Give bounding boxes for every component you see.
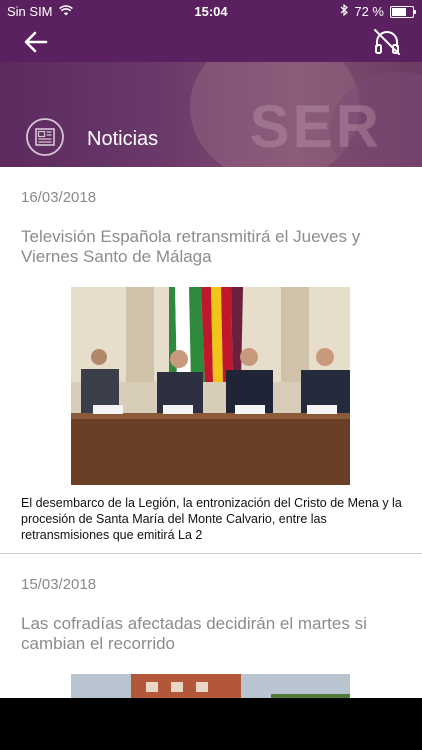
arrow-left-icon [24, 31, 48, 53]
bluetooth-icon [340, 3, 349, 19]
status-right: 72 % [340, 3, 416, 19]
section-title: Noticias [87, 128, 159, 150]
back-button[interactable] [22, 28, 50, 56]
news-item[interactable]: 16/03/2018 Televisión Española retransmi… [0, 167, 422, 554]
news-date: 15/03/2018 [21, 576, 97, 593]
banner-watermark-logo: SER [249, 93, 382, 160]
battery-icon [390, 5, 416, 18]
news-title[interactable]: Televisión Española retransmitirá el Jue… [0, 206, 422, 267]
newspaper-icon [25, 117, 65, 157]
news-photo[interactable] [71, 287, 350, 485]
audio-toggle-button[interactable] [372, 27, 402, 57]
news-title[interactable]: Las cofradías afectadas decidirán el mar… [0, 593, 422, 654]
news-date: 16/03/2018 [21, 189, 97, 206]
section-banner: SER Noticias [0, 62, 422, 167]
bottom-bar [0, 698, 422, 750]
battery-percent: 72 % [354, 4, 384, 19]
top-nav-bar [0, 22, 422, 62]
news-feed[interactable]: 16/03/2018 Televisión Española retransmi… [0, 167, 422, 734]
headphones-off-icon [374, 29, 400, 55]
status-bar: Sin SIM 15:04 72 % [0, 0, 422, 22]
news-caption: El desembarco de la Legión, la entroniza… [21, 496, 402, 542]
